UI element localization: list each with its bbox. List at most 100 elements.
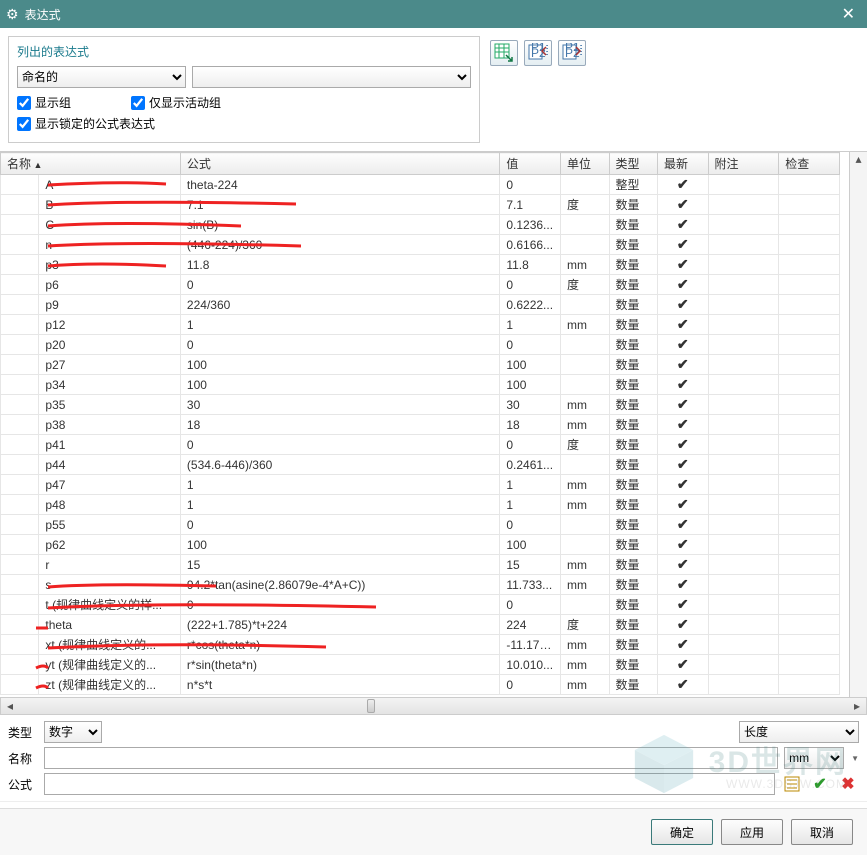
table-row[interactable]: p353030mm数量✔ <box>1 395 840 415</box>
cell-type[interactable]: 数量 <box>609 335 658 355</box>
cell-formula[interactable]: 0 <box>180 335 499 355</box>
show-locked-checkbox[interactable]: 显示锁定的公式表达式 <box>17 115 471 132</box>
cell-name[interactable]: r <box>39 555 181 575</box>
cell-formula[interactable]: 0 <box>180 435 499 455</box>
param-import-icon[interactable]: P1=P2= <box>524 40 552 66</box>
cell-formula[interactable]: 1 <box>180 495 499 515</box>
table-row[interactable]: theta(222+1.785)*t+224224度数量✔ <box>1 615 840 635</box>
cell-unit[interactable] <box>560 375 609 395</box>
cell-check[interactable] <box>779 575 840 595</box>
cell-value[interactable]: 0 <box>500 435 561 455</box>
cell-check[interactable] <box>779 315 840 335</box>
cell-unit[interactable] <box>560 455 609 475</box>
cell-unit[interactable]: mm <box>560 415 609 435</box>
cell-note[interactable] <box>708 355 779 375</box>
cell-note[interactable] <box>708 495 779 515</box>
horizontal-scrollbar[interactable]: ◂ ▸ <box>0 697 867 715</box>
filter-type-combo[interactable]: 命名的 <box>17 66 186 88</box>
cell-name[interactable]: theta <box>39 615 181 635</box>
cell-formula[interactable]: r*sin(theta*n) <box>180 655 499 675</box>
cell-type[interactable]: 数量 <box>609 415 658 435</box>
cell-check[interactable] <box>779 355 840 375</box>
cell-value[interactable]: 0.1236... <box>500 215 561 235</box>
table-row[interactable]: xt (规律曲线定义的...r*cos(theta*n)-11.170...mm… <box>1 635 840 655</box>
cell-type[interactable]: 数量 <box>609 315 658 335</box>
cell-unit[interactable]: mm <box>560 555 609 575</box>
cell-check[interactable] <box>779 375 840 395</box>
table-row[interactable]: p34100100数量✔ <box>1 375 840 395</box>
col-name-header[interactable]: 名称 <box>1 153 181 175</box>
table-row[interactable]: p600度数量✔ <box>1 275 840 295</box>
table-row[interactable]: p62100100数量✔ <box>1 535 840 555</box>
cell-check[interactable] <box>779 535 840 555</box>
cell-formula[interactable]: 100 <box>180 375 499 395</box>
cell-value[interactable]: 0.6222... <box>500 295 561 315</box>
cell-formula[interactable]: sin(B) <box>180 215 499 235</box>
cell-check[interactable] <box>779 655 840 675</box>
cell-value[interactable]: 0 <box>500 335 561 355</box>
cell-unit[interactable]: 度 <box>560 615 609 635</box>
cell-name[interactable]: n <box>39 235 181 255</box>
cell-formula[interactable]: 100 <box>180 355 499 375</box>
cell-value[interactable]: 15 <box>500 555 561 575</box>
cell-name[interactable]: zt (规律曲线定义的... <box>39 675 181 695</box>
cell-note[interactable] <box>708 375 779 395</box>
cell-note[interactable] <box>708 235 779 255</box>
cell-type[interactable]: 数量 <box>609 195 658 215</box>
table-row[interactable]: p4711mm数量✔ <box>1 475 840 495</box>
cell-formula[interactable]: 18 <box>180 415 499 435</box>
cell-name[interactable]: p35 <box>39 395 181 415</box>
cell-unit[interactable]: mm <box>560 495 609 515</box>
cell-type[interactable]: 数量 <box>609 455 658 475</box>
cell-value[interactable]: -11.170... <box>500 635 561 655</box>
show-group-check-input[interactable] <box>17 96 31 110</box>
cancel-button[interactable]: 取消 <box>791 819 853 845</box>
cell-type[interactable]: 数量 <box>609 495 658 515</box>
cell-formula[interactable]: 100 <box>180 535 499 555</box>
cell-check[interactable] <box>779 275 840 295</box>
cell-formula[interactable]: r*cos(theta*n) <box>180 635 499 655</box>
cell-type[interactable]: 数量 <box>609 375 658 395</box>
cell-name[interactable]: yt (规律曲线定义的... <box>39 655 181 675</box>
cell-check[interactable] <box>779 635 840 655</box>
cell-note[interactable] <box>708 535 779 555</box>
cell-check[interactable] <box>779 515 840 535</box>
cell-unit[interactable] <box>560 355 609 375</box>
cell-type[interactable]: 数量 <box>609 235 658 255</box>
cell-note[interactable] <box>708 215 779 235</box>
cell-unit[interactable]: mm <box>560 655 609 675</box>
cell-value[interactable]: 224 <box>500 615 561 635</box>
cell-value[interactable]: 11.733... <box>500 575 561 595</box>
col-unit-header[interactable]: 单位 <box>560 153 609 175</box>
cell-unit[interactable] <box>560 515 609 535</box>
cell-name[interactable]: xt (规律曲线定义的... <box>39 635 181 655</box>
cell-note[interactable] <box>708 515 779 535</box>
cell-note[interactable] <box>708 195 779 215</box>
cell-type[interactable]: 数量 <box>609 555 658 575</box>
cell-value[interactable]: 18 <box>500 415 561 435</box>
cell-name[interactable]: p47 <box>39 475 181 495</box>
cell-type[interactable]: 数量 <box>609 435 658 455</box>
cell-unit[interactable]: mm <box>560 675 609 695</box>
cell-type[interactable]: 数量 <box>609 295 658 315</box>
table-row[interactable]: yt (规律曲线定义的...r*sin(theta*n)10.010...mm数… <box>1 655 840 675</box>
cell-name[interactable]: p38 <box>39 415 181 435</box>
table-row[interactable]: p4100度数量✔ <box>1 435 840 455</box>
scroll-left-arrow[interactable]: ◂ <box>1 699 19 713</box>
cell-note[interactable] <box>708 655 779 675</box>
show-locked-check-input[interactable] <box>17 117 31 131</box>
cell-formula[interactable]: n*s*t <box>180 675 499 695</box>
cell-formula[interactable]: 0 <box>180 275 499 295</box>
cell-formula[interactable]: (446-224)/360 <box>180 235 499 255</box>
cell-name[interactable]: A <box>39 175 181 195</box>
cell-note[interactable] <box>708 395 779 415</box>
close-icon[interactable]: ✕ <box>836 4 861 24</box>
cell-value[interactable]: 1 <box>500 475 561 495</box>
cell-value[interactable]: 7.1 <box>500 195 561 215</box>
col-check-header[interactable]: 检查 <box>779 153 840 175</box>
table-row[interactable]: p381818mm数量✔ <box>1 415 840 435</box>
cell-name[interactable]: t (规律曲线定义的样... <box>39 595 181 615</box>
cell-formula[interactable]: (534.6-446)/360 <box>180 455 499 475</box>
cell-unit[interactable]: 度 <box>560 435 609 455</box>
table-row[interactable]: B7.17.1度数量✔ <box>1 195 840 215</box>
